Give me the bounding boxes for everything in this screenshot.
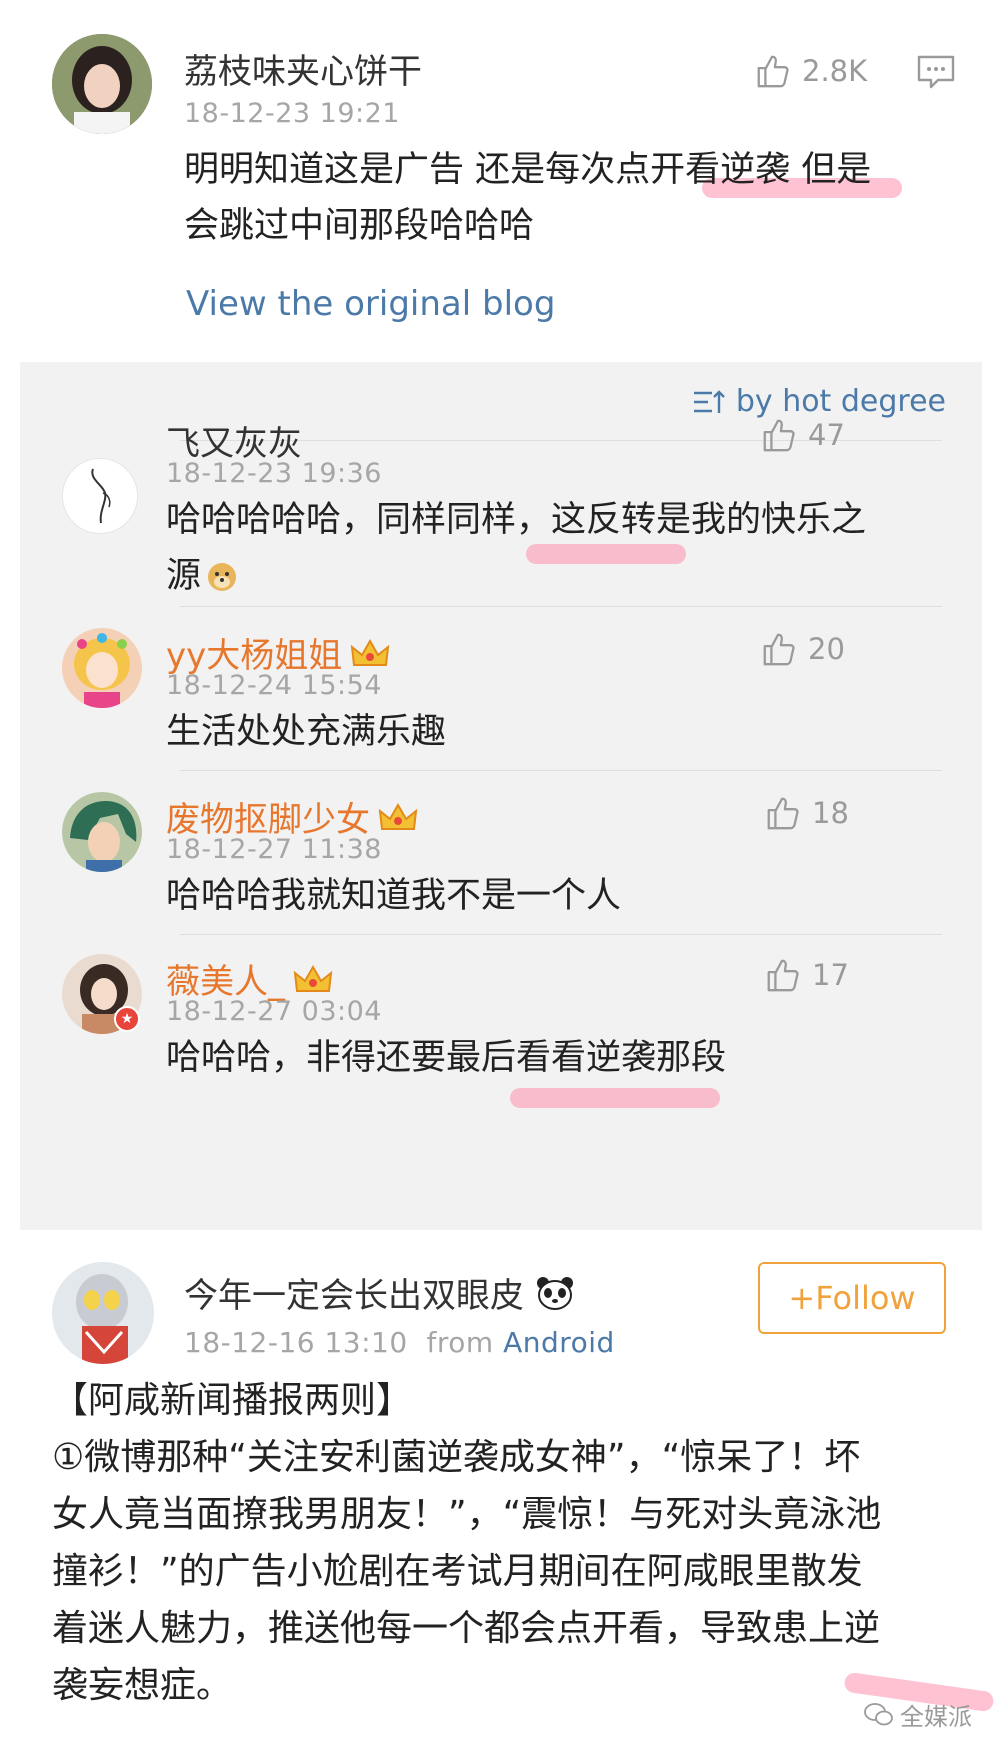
- timestamp: 18-12-23 19:36: [166, 458, 382, 489]
- username[interactable]: 荔枝味夹心饼干: [184, 44, 422, 93]
- like-button[interactable]: 17: [764, 956, 849, 994]
- vip-crown-icon: [378, 802, 418, 830]
- panda-emoji-icon: [536, 1277, 573, 1310]
- sort-toggle[interactable]: by hot degree: [692, 384, 946, 419]
- doge-emoji-icon: [208, 563, 237, 591]
- thumbs-up-icon: [763, 419, 795, 452]
- comment-text-line: 明明知道这是广告 还是每次点开看逆袭 但是: [184, 150, 872, 190]
- reply-text-line: 源: [166, 556, 202, 596]
- timestamp: 18-12-24 15:54: [166, 670, 382, 701]
- watermark-text: 全媒派: [900, 1703, 972, 1731]
- reply-text: 生活处处充满乐趣: [166, 712, 447, 752]
- verified-badge-icon: ★: [114, 1006, 140, 1032]
- avatar[interactable]: [52, 34, 152, 134]
- source-link[interactable]: Android: [503, 1326, 615, 1359]
- avatar[interactable]: [62, 458, 138, 534]
- post-body-line: 着迷人魅力，推送他每一个都会点开看，导致患上逆: [52, 1608, 881, 1649]
- thumbs-up-icon: [767, 797, 799, 830]
- like-count: 20: [808, 632, 845, 666]
- comment-text-line: 会跳过中间那段哈哈哈: [184, 206, 535, 246]
- highlight-mark: [510, 1088, 720, 1108]
- like-button[interactable]: 47: [760, 416, 845, 454]
- watermark: 全媒派: [864, 1697, 972, 1732]
- like-count: 2.8K: [802, 54, 868, 88]
- post-body-line: 【阿咸新闻播报两则】: [52, 1380, 413, 1421]
- like-count: 17: [812, 958, 849, 992]
- like-button[interactable]: 20: [760, 630, 845, 668]
- comment-icon[interactable]: [916, 54, 956, 90]
- reply-text: 哈哈哈，非得还要最后看看逆袭那段: [166, 1038, 727, 1078]
- avatar[interactable]: [62, 792, 142, 872]
- username-text: 今年一定会长出双眼皮: [184, 1276, 524, 1316]
- timestamp: 18-12-16 13:10: [184, 1326, 408, 1359]
- username[interactable]: 今年一定会长出双眼皮: [184, 1268, 575, 1317]
- timestamp: 18-12-27 03:04: [166, 996, 382, 1027]
- post-body-line: 女人竟当面撩我男朋友！”，“震惊！与死对头竟泳池: [52, 1494, 882, 1535]
- like-button[interactable]: 2.8K: [754, 52, 867, 90]
- view-original-link[interactable]: View the original blog: [186, 284, 555, 324]
- comment-text: 明明知道这是广告 还是每次点开看逆袭 但是 会跳过中间那段哈哈哈: [184, 142, 964, 254]
- follow-button[interactable]: +Follow: [758, 1262, 946, 1334]
- timestamp: 18-12-27 11:38: [166, 834, 382, 865]
- post-body-line: ①微博那种“关注安利菌逆袭成女神”，“惊呆了！坏: [52, 1437, 861, 1478]
- wechat-icon: [864, 1702, 893, 1725]
- thumbs-up-icon: [767, 959, 799, 992]
- weibo-post: 今年一定会长出双眼皮 18-12-16 13:10 from Android +…: [0, 1230, 1000, 1754]
- sort-icon: [693, 389, 725, 413]
- post-body-line: 撞衫！”的广告小尬剧在考试月期间在阿咸眼里散发: [52, 1551, 863, 1592]
- like-button[interactable]: 18: [764, 794, 849, 832]
- thumbs-up-icon: [763, 633, 795, 666]
- divider: [180, 770, 942, 771]
- thumbs-up-icon: [757, 55, 789, 88]
- post-body: 【阿咸新闻播报两则】 ①微博那种“关注安利菌逆袭成女神”，“惊呆了！坏 女人竟当…: [52, 1372, 972, 1714]
- sort-label: by hot degree: [735, 384, 946, 419]
- divider: [180, 934, 942, 935]
- post-meta: 18-12-16 13:10 from Android: [184, 1326, 615, 1359]
- reply-text: 哈哈哈哈哈，同样同样，这反转是我的快乐之 源: [166, 492, 886, 604]
- reply-text: 哈哈哈我就知道我不是一个人: [166, 876, 622, 916]
- from-label: from: [426, 1326, 494, 1359]
- like-count: 47: [808, 418, 845, 452]
- avatar[interactable]: [52, 1262, 154, 1364]
- post-body-line: 袭妄想症。: [52, 1665, 233, 1706]
- reply-text-line: 哈哈哈哈哈，同样同样，这反转是我的快乐之: [166, 500, 867, 540]
- reply-panel: by hot degree 飞又灰灰 18-12-23 19:36 47 哈哈哈…: [20, 362, 982, 1230]
- vip-crown-icon: [350, 638, 390, 666]
- divider: [180, 606, 942, 607]
- avatar[interactable]: [62, 628, 142, 708]
- timestamp: 18-12-23 19:21: [184, 98, 400, 129]
- vip-crown-icon: [293, 964, 333, 992]
- top-comment: 荔枝味夹心饼干 18-12-23 19:21 2.8K 明明知道这是广告 还是每…: [0, 0, 1000, 362]
- like-count: 18: [812, 796, 849, 830]
